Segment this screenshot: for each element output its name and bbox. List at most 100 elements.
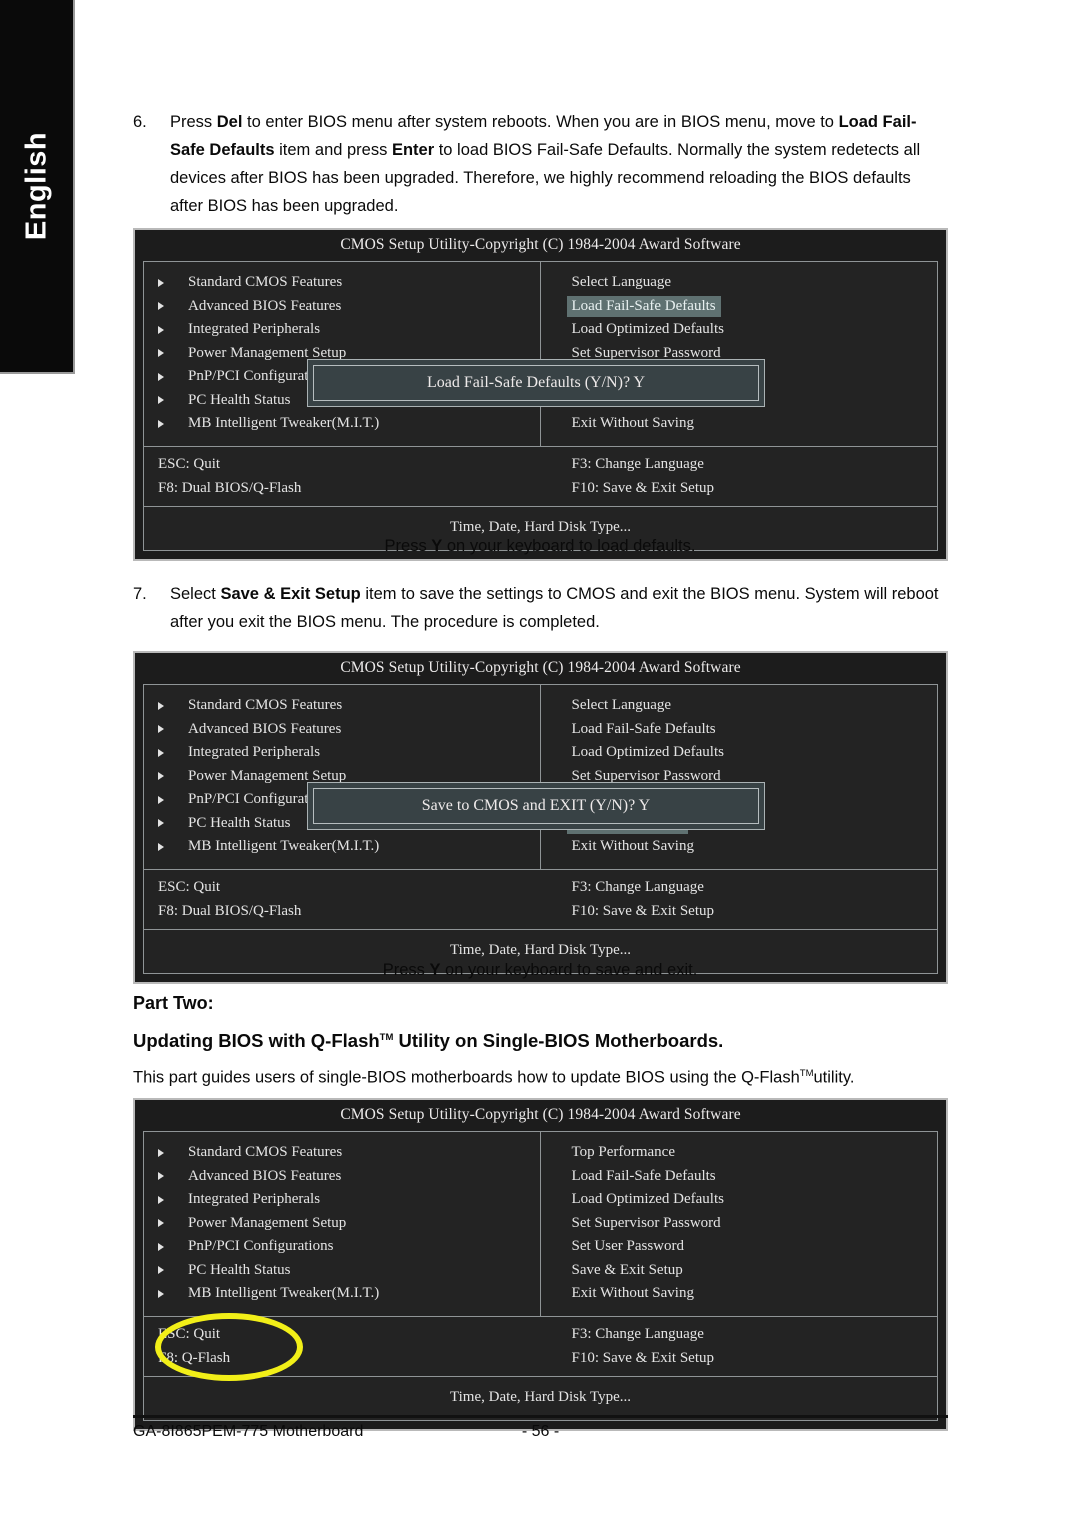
bios-menu-item[interactable]: Exit Without Saving <box>541 412 938 436</box>
bios-menu-item[interactable]: MB Intelligent Tweaker(M.I.T.) <box>144 1282 540 1306</box>
bios-menu-item[interactable]: Load Fail-Safe Defaults <box>541 718 938 742</box>
bios-key-hint: ESC: Quit <box>158 455 221 472</box>
step-6: 6. Press Del to enter BIOS menu after sy… <box>133 108 945 220</box>
bios-key-hint: F3: Change Language <box>571 455 704 472</box>
bios-key-hint: F10: Save & Exit Setup <box>571 479 715 496</box>
triangle-bullet-icon <box>158 819 164 828</box>
bios-key-hints-right: F3: Change Language F10: Save & Exit Setu… <box>541 870 938 929</box>
bios-key-hint: F10: Save & Exit Setup <box>571 902 715 919</box>
bios-menu-item-label: Load Fail-Safe Defaults <box>571 1167 716 1184</box>
step-6-number: 6. <box>133 113 147 131</box>
triangle-bullet-icon <box>158 396 164 405</box>
caption-load-defaults-post: on your keyboard to load defaults. <box>442 537 696 555</box>
bios-menu-item[interactable]: Power Management Setup <box>144 1212 540 1236</box>
triangle-bullet-icon <box>158 372 164 381</box>
bios-menu-item-label: Top Performance <box>571 1144 676 1161</box>
bios-menu-item[interactable]: Standard CMOS Features <box>144 694 540 718</box>
bios-confirm-dialog-text: Load Fail-Safe Defaults (Y/N)? Y <box>313 365 759 401</box>
emphasis-term: Save & Exit Setup <box>220 585 361 603</box>
caption-save-and-exit-post: on your keyboard to save and exit. <box>440 961 698 979</box>
bios-menu-item-label: Exit Without Saving <box>571 838 694 855</box>
bios-menu-item-label: Load Optimized Defaults <box>571 744 724 761</box>
bios-menu-item[interactable]: Save & Exit Setup <box>541 1259 938 1283</box>
triangle-bullet-icon <box>158 302 164 311</box>
bios-menu-item[interactable]: Standard CMOS Features <box>144 271 540 295</box>
bios-menu-item[interactable]: Select Language <box>541 271 938 295</box>
bios-menu-item-label: Exit Without Saving <box>571 415 694 432</box>
triangle-bullet-icon <box>158 1148 164 1157</box>
bios-menu-item[interactable]: Integrated Peripherals <box>144 1188 540 1212</box>
language-tab-english: English <box>0 0 75 374</box>
bios-key-hints-left: ESC: Quit F8: Dual BIOS/Q-Flash <box>144 870 541 929</box>
bios-menu: Standard CMOS Features Advanced BIOS Feat… <box>144 685 937 870</box>
bios-confirm-dialog-text: Save to CMOS and EXIT (Y/N)? Y <box>313 788 759 824</box>
bios-menu-item-label: Select Language <box>571 274 672 291</box>
triangle-bullet-icon <box>158 349 164 358</box>
bios-screen-load-fail-safe-defaults: CMOS Setup Utility-Copyright (C) 1984-20… <box>133 228 948 561</box>
bios-title: CMOS Setup Utility-Copyright (C) 1984-20… <box>340 1106 741 1123</box>
bios-menu-item[interactable]: Load Optimized Defaults <box>541 741 938 765</box>
bios-menu-item[interactable]: Select Language <box>541 694 938 718</box>
bios-menu-item[interactable]: Integrated Peripherals <box>144 318 540 342</box>
bios-menu-item[interactable]: PC Health Status <box>144 1259 540 1283</box>
bios-menu-item-label: MB Intelligent Tweaker(M.I.T.) <box>188 415 380 432</box>
bios-menu-item-label: Standard CMOS Features <box>188 1144 343 1161</box>
bios-menu-item[interactable]: Advanced BIOS Features <box>144 1165 540 1189</box>
bios-menu-item-label: Standard CMOS Features <box>188 697 343 714</box>
bios-confirm-dialog[interactable]: Load Fail-Safe Defaults (Y/N)? Y <box>307 359 765 407</box>
caption-load-defaults: Press Y on your keyboard to load default… <box>0 537 1080 556</box>
trademark-symbol: TM <box>379 1031 394 1043</box>
bios-menu-item[interactable]: Load Optimized Defaults <box>541 318 938 342</box>
bios-menu-item[interactable]: Set User Password <box>541 1235 938 1259</box>
bios-menu-item[interactable]: Load Optimized Defaults <box>541 1188 938 1212</box>
bios-menu-item-label: PC Health Status <box>188 1261 291 1278</box>
triangle-bullet-icon <box>158 1289 164 1298</box>
triangle-bullet-icon <box>158 748 164 757</box>
trademark-symbol: TM <box>799 1068 814 1079</box>
bios-menu-item-label: MB Intelligent Tweaker(M.I.T.) <box>188 838 380 855</box>
bios-menu-item[interactable]: Exit Without Saving <box>541 835 938 859</box>
triangle-bullet-icon <box>158 1242 164 1251</box>
bios-menu-item[interactable]: Advanced BIOS Features <box>144 718 540 742</box>
triangle-bullet-icon <box>158 701 164 710</box>
bios-menu-item-label: Set Supervisor Password <box>571 1214 721 1231</box>
highlight-oval-q-flash <box>155 1313 303 1381</box>
bios-menu-item[interactable]: MB Intelligent Tweaker(M.I.T.) <box>144 412 540 436</box>
bios-menu-item[interactable]: Integrated Peripherals <box>144 741 540 765</box>
bios-menu-item-label: Integrated Peripherals <box>188 1191 321 1208</box>
triangle-bullet-icon <box>158 1172 164 1181</box>
bios-inner-frame: Standard CMOS Features Advanced BIOS Feat… <box>143 261 938 551</box>
bios-title: CMOS Setup Utility-Copyright (C) 1984-20… <box>340 236 741 253</box>
bios-menu-item[interactable]: Set Supervisor Password <box>541 1212 938 1236</box>
bios-menu-item-label: Save & Exit Setup <box>571 1261 683 1278</box>
triangle-bullet-icon <box>158 325 164 334</box>
bios-menu-item[interactable]: Advanced BIOS Features <box>144 295 540 319</box>
caption-save-and-exit-pre: Press <box>382 961 430 979</box>
bios-menu-item-label: Advanced BIOS Features <box>188 297 342 314</box>
bios-menu-item[interactable]: PnP/PCI Configurations <box>144 1235 540 1259</box>
step-6-text: Press Del to enter BIOS menu after syste… <box>170 108 945 220</box>
bios-key-hints-left: ESC: Quit F8: Dual BIOS/Q-Flash <box>144 447 541 506</box>
bios-menu-item[interactable]: Top Performance <box>541 1141 938 1165</box>
part-two-intro-post: utility. <box>813 1068 855 1087</box>
triangle-bullet-icon <box>158 725 164 734</box>
body-text-run: Press <box>170 113 217 131</box>
part-two-heading-post: Utility on Single-BIOS Motherboards. <box>393 1030 724 1051</box>
bios-inner-frame: Standard CMOS Features Advanced BIOS Feat… <box>143 684 938 974</box>
step-7-number: 7. <box>133 585 147 603</box>
bios-menu-item-label: Exit Without Saving <box>571 1285 694 1302</box>
bios-menu-item[interactable]: Standard CMOS Features <box>144 1141 540 1165</box>
step-7: 7. Select Save & Exit Setup item to save… <box>133 580 945 636</box>
bios-menu-item[interactable]: Load Fail-Safe Defaults <box>541 1165 938 1189</box>
language-tab-label: English <box>20 131 52 241</box>
step-7-text: Select Save & Exit Setup item to save th… <box>170 580 945 636</box>
bios-menu-item[interactable]: Load Fail-Safe Defaults <box>541 295 938 319</box>
part-two-label: Part Two: <box>133 993 214 1013</box>
bios-menu-item[interactable]: Exit Without Saving <box>541 1282 938 1306</box>
bios-menu-item-label: Load Optimized Defaults <box>571 1191 724 1208</box>
bios-menu-item[interactable]: MB Intelligent Tweaker(M.I.T.) <box>144 835 540 859</box>
caption-load-defaults-pre: Press <box>384 537 432 555</box>
bios-menu-item-label: Load Fail-Safe Defaults <box>571 720 716 737</box>
bios-menu-left-column: Standard CMOS Features Advanced BIOS Feat… <box>144 262 541 446</box>
bios-confirm-dialog[interactable]: Save to CMOS and EXIT (Y/N)? Y <box>307 782 765 830</box>
